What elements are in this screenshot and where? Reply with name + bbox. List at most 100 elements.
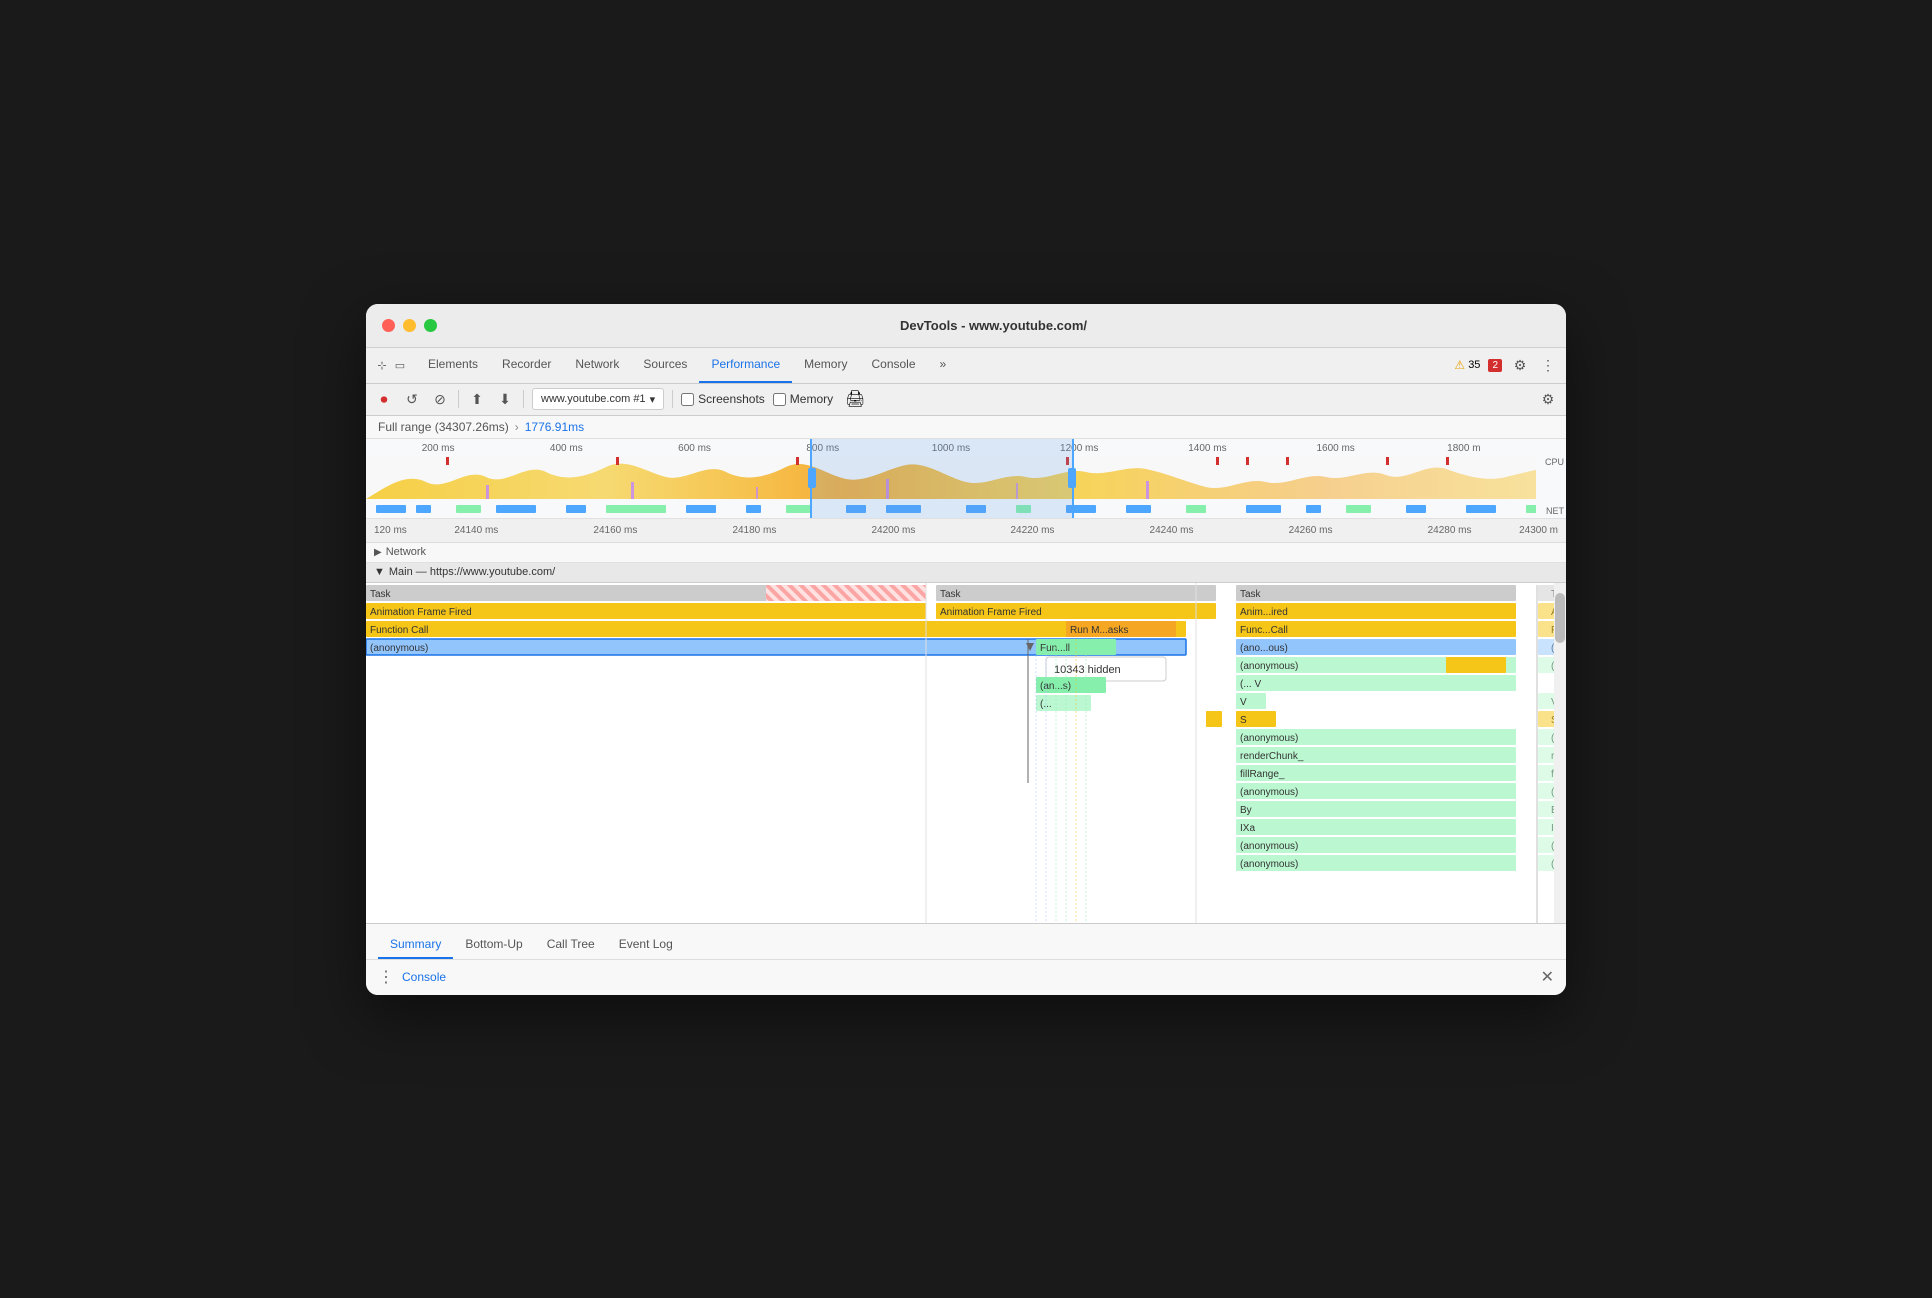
network-collapse-arrow[interactable]: ▶ <box>374 547 382 558</box>
svg-text:IXa: IXa <box>1240 823 1255 834</box>
mark-600ms: 600 ms <box>630 443 758 454</box>
flame-chart-main[interactable]: Task Task Task Animation Frame Fired Ani… <box>366 583 1566 923</box>
breadcrumb-bar: Full range (34307.26ms) › 1776.91ms <box>366 416 1566 439</box>
devtools-tab-bar: ⊹ ▭ Elements Recorder Network Sources Pe… <box>366 348 1566 384</box>
svg-text:10343 hidden: 10343 hidden <box>1054 664 1121 676</box>
cpu-axis-label: CPU <box>1545 457 1564 467</box>
toolbar-separator-2 <box>523 390 524 408</box>
svg-text:S: S <box>1240 715 1247 726</box>
selected-range-label: 1776.91ms <box>525 420 584 434</box>
tab-memory[interactable]: Memory <box>792 347 859 383</box>
network-track-label: Network <box>386 546 426 558</box>
scroll-thumb[interactable] <box>1555 593 1565 643</box>
close-button[interactable] <box>382 319 395 332</box>
tab-more[interactable]: » <box>928 347 959 383</box>
warning-badge[interactable]: ⚠ 35 <box>1454 358 1480 372</box>
detail-mark-2: 24160 ms <box>546 525 685 536</box>
svg-text:Task: Task <box>940 589 962 600</box>
detail-time-ruler: 120 ms 24140 ms 24160 ms 24180 ms 24200 … <box>366 519 1566 543</box>
svg-text:V: V <box>1240 697 1247 708</box>
selection-handle-left[interactable] <box>808 468 816 488</box>
main-collapse-arrow[interactable]: ▼ <box>374 566 385 578</box>
svg-text:Animation Frame Fired: Animation Frame Fired <box>370 607 472 618</box>
tab-recorder[interactable]: Recorder <box>490 347 563 383</box>
main-track-header: ▼ Main — https://www.youtube.com/ <box>366 563 1566 583</box>
traffic-lights <box>382 319 437 332</box>
svg-text:(... V: (... V <box>1240 679 1261 690</box>
toolbar-separator-1 <box>458 390 459 408</box>
timeline-selection[interactable] <box>810 439 1074 518</box>
memory-icon[interactable]: 🖨 <box>845 389 865 409</box>
mark-1600ms: 1600 ms <box>1272 443 1400 454</box>
record-button[interactable]: ⏺ <box>374 389 394 409</box>
tab-console[interactable]: Console <box>859 347 927 383</box>
settings-gear-icon[interactable]: ⚙ <box>1510 355 1530 375</box>
cursor-icon[interactable]: ⊹ <box>374 357 390 373</box>
svg-text:Task: Task <box>1240 589 1262 600</box>
tab-elements[interactable]: Elements <box>416 347 490 383</box>
tab-network[interactable]: Network <box>563 347 631 383</box>
screen-icon[interactable]: ▭ <box>392 357 408 373</box>
devtools-right-controls: ⚠ 35 2 ⚙ ⋮ <box>1454 355 1558 375</box>
svg-text:(anonymous): (anonymous) <box>1240 787 1298 798</box>
mark-1800ms: 1800 m <box>1400 443 1528 454</box>
maximize-button[interactable] <box>424 319 437 332</box>
flame-chart-container: Task Task Task Animation Frame Fired Ani… <box>366 583 1566 923</box>
warning-icon: ⚠ <box>1454 358 1465 372</box>
console-more-icon[interactable]: ⋮ <box>378 967 394 987</box>
window-title: DevTools - www.youtube.com/ <box>437 318 1550 333</box>
detail-mark-7: 24260 ms <box>1241 525 1380 536</box>
svg-text:fillRange_: fillRange_ <box>1240 769 1285 780</box>
url-select[interactable]: www.youtube.com #1 ▾ <box>532 388 664 410</box>
more-options-icon[interactable]: ⋮ <box>1538 355 1558 375</box>
console-close-icon[interactable]: ✕ <box>1541 967 1554 987</box>
tab-performance[interactable]: Performance <box>699 347 792 383</box>
svg-text:(anonymous): (anonymous) <box>1240 859 1298 870</box>
tab-sources[interactable]: Sources <box>631 347 699 383</box>
devtools-window: DevTools - www.youtube.com/ ⊹ ▭ Elements… <box>366 304 1566 995</box>
svg-text:Anim...ired: Anim...ired <box>1240 607 1288 618</box>
memory-checkbox[interactable] <box>773 393 786 406</box>
tab-call-tree[interactable]: Call Tree <box>535 929 607 959</box>
svg-text:(ano...ous): (ano...ous) <box>1240 643 1288 654</box>
screenshots-checkbox-label[interactable]: Screenshots <box>681 392 765 406</box>
tab-icons: ⊹ ▭ <box>374 357 408 373</box>
console-bar: ⋮ Console ✕ <box>366 959 1566 995</box>
minimize-button[interactable] <box>403 319 416 332</box>
url-dropdown-icon: ▾ <box>650 393 656 406</box>
bottom-tab-bar: Summary Bottom-Up Call Tree Event Log <box>366 923 1566 959</box>
download-button[interactable]: ⬇ <box>495 389 515 409</box>
screenshots-checkbox[interactable] <box>681 393 694 406</box>
svg-text:(an...s): (an...s) <box>1040 681 1071 692</box>
svg-text:Run M...asks: Run M...asks <box>1070 625 1128 636</box>
upload-button[interactable]: ⬆ <box>467 389 487 409</box>
capture-settings-icon[interactable]: ⚙ <box>1538 389 1558 409</box>
detail-mark-0: 120 ms <box>374 525 407 536</box>
tab-event-log[interactable]: Event Log <box>607 929 685 959</box>
svg-text:(anonymous): (anonymous) <box>1240 661 1298 672</box>
svg-text:Animation Frame Fired: Animation Frame Fired <box>940 607 1042 618</box>
svg-text:(anonymous): (anonymous) <box>370 643 428 654</box>
tab-summary[interactable]: Summary <box>378 929 453 959</box>
detail-mark-8: 24280 ms <box>1380 525 1519 536</box>
svg-text:By: By <box>1240 805 1252 816</box>
clear-button[interactable]: ⊘ <box>430 389 450 409</box>
reload-record-button[interactable]: ↺ <box>402 389 422 409</box>
error-badge[interactable]: 2 <box>1488 359 1502 372</box>
flame-chart-viewport[interactable]: Task Task Task Animation Frame Fired Ani… <box>366 583 1554 923</box>
svg-text:renderChunk_: renderChunk_ <box>1240 751 1304 762</box>
tab-bottom-up[interactable]: Bottom-Up <box>453 929 534 959</box>
url-value: www.youtube.com #1 <box>541 393 646 405</box>
timeline-overview: 200 ms 400 ms 600 ms 800 ms 1000 ms 1200… <box>366 439 1566 519</box>
screenshots-label: Screenshots <box>698 392 765 406</box>
memory-checkbox-label[interactable]: Memory <box>773 392 833 406</box>
detail-mark-9: 24300 m <box>1519 525 1558 536</box>
console-tab-label[interactable]: Console <box>402 970 446 984</box>
mark-200ms: 200 ms <box>374 443 502 454</box>
performance-toolbar: ⏺ ↺ ⊘ ⬆ ⬇ www.youtube.com #1 ▾ Screensho… <box>366 384 1566 416</box>
mark-1400ms: 1400 ms <box>1143 443 1271 454</box>
selection-handle-right[interactable] <box>1068 468 1076 488</box>
net-axis-label: NET <box>1546 506 1564 516</box>
flame-scrollbar[interactable] <box>1554 583 1566 923</box>
detail-mark-4: 24200 ms <box>824 525 963 536</box>
